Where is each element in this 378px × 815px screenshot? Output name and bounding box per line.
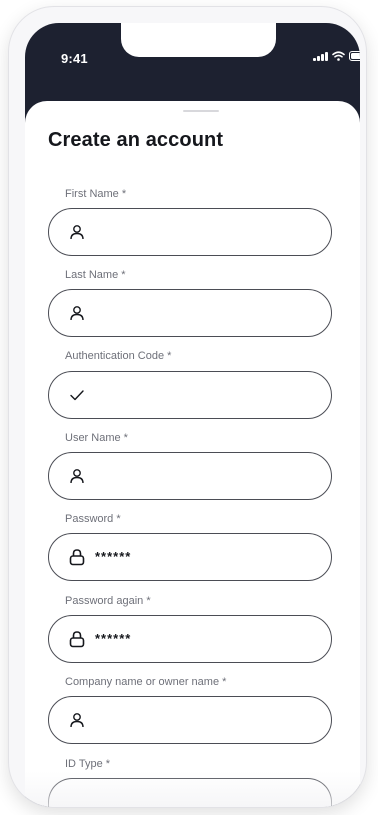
password-value: ****** xyxy=(95,549,132,564)
person-icon xyxy=(70,469,84,484)
password-again-field[interactable]: ****** xyxy=(48,615,332,663)
id-type-label: ID Type * xyxy=(65,758,111,770)
last-name-field[interactable] xyxy=(48,289,332,337)
company-name-label: Company name or owner name * xyxy=(65,676,227,688)
password-again-label: Password again * xyxy=(65,595,151,607)
user-name-field[interactable] xyxy=(48,452,332,500)
first-name-field[interactable] xyxy=(48,208,332,256)
lock-icon xyxy=(69,549,85,566)
password-again-value: ****** xyxy=(95,631,132,646)
notch xyxy=(121,23,276,57)
person-icon xyxy=(70,225,84,240)
password-label: Password * xyxy=(65,513,121,525)
phone-frame: 9:41 Create an account First Name * Last… xyxy=(8,6,367,808)
lock-icon xyxy=(69,631,85,648)
page-title: Create an account xyxy=(48,129,224,151)
auth-code-field[interactable] xyxy=(48,371,332,419)
person-icon xyxy=(70,306,84,321)
status-bar: 9:41 xyxy=(25,23,360,79)
checkmark-icon xyxy=(70,390,84,401)
user-name-label: User Name * xyxy=(65,432,128,444)
signal-icon xyxy=(313,51,328,61)
auth-code-label: Authentication Code * xyxy=(65,350,172,362)
person-icon xyxy=(70,713,84,728)
company-name-field[interactable] xyxy=(48,696,332,744)
password-field[interactable]: ****** xyxy=(48,533,332,581)
screen: 9:41 Create an account First Name * Last… xyxy=(25,23,360,807)
sheet-drag-handle[interactable] xyxy=(183,110,219,112)
form-sheet: Create an account First Name * Last Name… xyxy=(25,101,360,807)
last-name-label: Last Name * xyxy=(65,269,126,281)
status-icons xyxy=(313,51,360,61)
wifi-icon xyxy=(331,51,345,61)
status-time: 9:41 xyxy=(61,51,88,66)
first-name-label: First Name * xyxy=(65,188,127,200)
bottom-fade xyxy=(25,771,360,807)
battery-icon xyxy=(348,51,360,61)
